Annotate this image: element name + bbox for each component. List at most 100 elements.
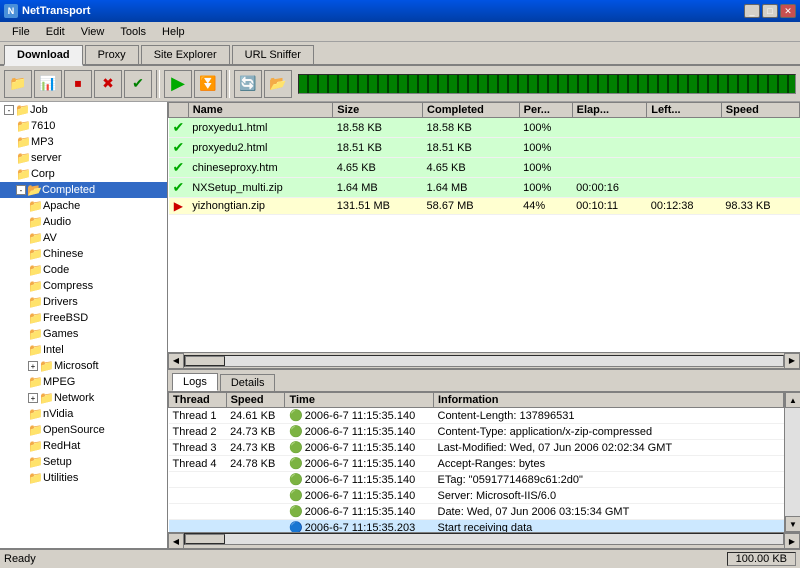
- log-hscroll-left-btn[interactable]: ◀: [168, 533, 184, 548]
- log-row: Thread 4 24.78 KB 🟢2006-6-7 11:15:35.140…: [169, 456, 784, 472]
- expand-job[interactable]: -: [4, 105, 14, 115]
- log-row: Thread 3 24.73 KB 🟢2006-6-7 11:15:35.140…: [169, 440, 784, 456]
- folder-button[interactable]: 📂: [264, 70, 292, 98]
- vscrollbar[interactable]: ▲ ▼: [784, 392, 800, 532]
- folder-icon-av: 📁: [28, 231, 43, 245]
- col-left[interactable]: Left...: [647, 103, 722, 118]
- sidebar-item-job[interactable]: - 📁 Job: [0, 102, 167, 118]
- menu-help[interactable]: Help: [154, 24, 193, 40]
- sidebar-item-opensource[interactable]: 📁 OpenSource: [0, 422, 167, 438]
- log-hscroll[interactable]: ◀ ▶: [168, 532, 800, 548]
- sidebar-item-nvidia[interactable]: 📁 nVidia: [0, 406, 167, 422]
- refresh-button[interactable]: 🔄: [234, 70, 262, 98]
- sidebar-item-mp3[interactable]: 📁 MP3: [0, 134, 167, 150]
- tab-url-sniffer[interactable]: URL Sniffer: [232, 45, 314, 64]
- sidebar-item-microsoft[interactable]: + 📁 Microsoft: [0, 358, 167, 374]
- menu-edit[interactable]: Edit: [38, 24, 73, 40]
- vscroll-up-btn[interactable]: ▲: [785, 392, 800, 408]
- sidebar-item-code[interactable]: 📁 Code: [0, 262, 167, 278]
- sidebar-item-7610[interactable]: 📁 7610: [0, 118, 167, 134]
- sidebar-item-completed[interactable]: - 📂 Completed: [0, 182, 167, 198]
- start-button[interactable]: ▶: [164, 70, 192, 98]
- expand-microsoft[interactable]: +: [28, 361, 38, 371]
- sidebar-item-games[interactable]: 📁 Games: [0, 326, 167, 342]
- minimize-button[interactable]: _: [744, 4, 760, 18]
- hscroll-track[interactable]: [184, 355, 784, 367]
- stop-button[interactable]: ⏹: [64, 70, 92, 98]
- tab-site-explorer[interactable]: Site Explorer: [141, 45, 230, 64]
- sidebar-item-freebsd[interactable]: 📁 FreeBSD: [0, 310, 167, 326]
- file-size: 131.51 MB: [333, 198, 423, 215]
- delete-button[interactable]: ✖: [94, 70, 122, 98]
- tab-proxy[interactable]: Proxy: [85, 45, 139, 64]
- vscroll-track[interactable]: [785, 408, 800, 516]
- folder-icon-network: 📁: [39, 391, 54, 405]
- open-button[interactable]: 📁: [4, 70, 32, 98]
- check-button[interactable]: ✔: [124, 70, 152, 98]
- sidebar-item-setup[interactable]: 📁 Setup: [0, 454, 167, 470]
- sidebar-item-compress[interactable]: 📁 Compress: [0, 278, 167, 294]
- sidebar: - 📁 Job 📁 7610 📁 MP3 📁 server 📁 Corp - 📂…: [0, 102, 168, 548]
- sidebar-item-utilities[interactable]: 📁 Utilities: [0, 470, 167, 486]
- col-speed[interactable]: Speed: [721, 103, 799, 118]
- close-button[interactable]: ✕: [780, 4, 796, 18]
- col-percent[interactable]: Per...: [519, 103, 572, 118]
- hscroll-left-btn[interactable]: ◀: [168, 353, 184, 369]
- log-col-info[interactable]: Information: [434, 393, 784, 408]
- tab-download[interactable]: Download: [4, 45, 83, 66]
- hscrollbar[interactable]: ◀ ▶: [168, 352, 800, 368]
- maximize-button[interactable]: □: [762, 4, 778, 18]
- status-bar: Ready 100.00 KB: [0, 548, 800, 568]
- col-size[interactable]: Size: [333, 103, 423, 118]
- folder-icon-mpeg: 📁: [28, 375, 43, 389]
- sep1: [156, 70, 160, 98]
- pause-button[interactable]: ⏬: [194, 70, 222, 98]
- folder-icon-freebsd: 📁: [28, 311, 43, 325]
- hscroll-right-btn[interactable]: ▶: [784, 353, 800, 369]
- log-col-thread[interactable]: Thread: [169, 393, 227, 408]
- table-row[interactable]: ✔ NXSetup_multi.zip 1.64 MB 1.64 MB 100%…: [169, 178, 800, 198]
- table-row[interactable]: ✔ proxyedu2.html 18.51 KB 18.51 KB 100%: [169, 138, 800, 158]
- col-elapsed[interactable]: Elap...: [572, 103, 647, 118]
- col-status[interactable]: [169, 103, 189, 118]
- log-tab-details[interactable]: Details: [220, 374, 276, 391]
- col-completed[interactable]: Completed: [423, 103, 520, 118]
- folder-icon-games: 📁: [28, 327, 43, 341]
- vscroll-down-btn[interactable]: ▼: [785, 516, 800, 532]
- log-col-speed[interactable]: Speed: [226, 393, 285, 408]
- log-info: Accept-Ranges: bytes: [434, 456, 784, 472]
- expand-completed[interactable]: -: [16, 185, 26, 195]
- menu-tools[interactable]: Tools: [112, 24, 154, 40]
- sidebar-item-mpeg[interactable]: 📁 MPEG: [0, 374, 167, 390]
- file-size: 1.64 MB: [333, 178, 423, 198]
- log-time: 🟢2006-6-7 11:15:35.140: [285, 472, 434, 488]
- sidebar-item-server[interactable]: 📁 server: [0, 150, 167, 166]
- sidebar-item-chinese[interactable]: 📁 Chinese: [0, 246, 167, 262]
- menu-view[interactable]: View: [73, 24, 113, 40]
- sidebar-item-network[interactable]: + 📁 Network: [0, 390, 167, 406]
- log-time: 🟢2006-6-7 11:15:35.140: [285, 440, 434, 456]
- table-row[interactable]: ✔ chineseproxy.htm 4.65 KB 4.65 KB 100%: [169, 158, 800, 178]
- file-completed: 4.65 KB: [423, 158, 520, 178]
- log-col-time[interactable]: Time: [285, 393, 434, 408]
- expand-network[interactable]: +: [28, 393, 38, 403]
- sidebar-item-drivers[interactable]: 📁 Drivers: [0, 294, 167, 310]
- log-hscroll-right-btn[interactable]: ▶: [784, 533, 800, 548]
- log-info: Date: Wed, 07 Jun 2006 03:15:34 GMT: [434, 504, 784, 520]
- sidebar-item-redhat[interactable]: 📁 RedHat: [0, 438, 167, 454]
- log-tab-logs[interactable]: Logs: [172, 373, 218, 391]
- menu-file[interactable]: File: [4, 24, 38, 40]
- col-name[interactable]: Name: [188, 103, 333, 118]
- sidebar-item-apache[interactable]: 📁 Apache: [0, 198, 167, 214]
- table-row[interactable]: ▶ yizhongtian.zip 131.51 MB 58.67 MB 44%…: [169, 198, 800, 215]
- stats-button[interactable]: 📊: [34, 70, 62, 98]
- log-hscroll-track[interactable]: [184, 533, 784, 545]
- sidebar-item-audio[interactable]: 📁 Audio: [0, 214, 167, 230]
- sidebar-item-intel[interactable]: 📁 Intel: [0, 342, 167, 358]
- table-row[interactable]: ✔ proxyedu1.html 18.58 KB 18.58 KB 100%: [169, 118, 800, 138]
- app-icon: N: [4, 4, 18, 18]
- log-time: 🟢2006-6-7 11:15:35.140: [285, 424, 434, 440]
- sidebar-item-av[interactable]: 📁 AV: [0, 230, 167, 246]
- sidebar-item-corp[interactable]: 📁 Corp: [0, 166, 167, 182]
- log-speed: [226, 520, 285, 533]
